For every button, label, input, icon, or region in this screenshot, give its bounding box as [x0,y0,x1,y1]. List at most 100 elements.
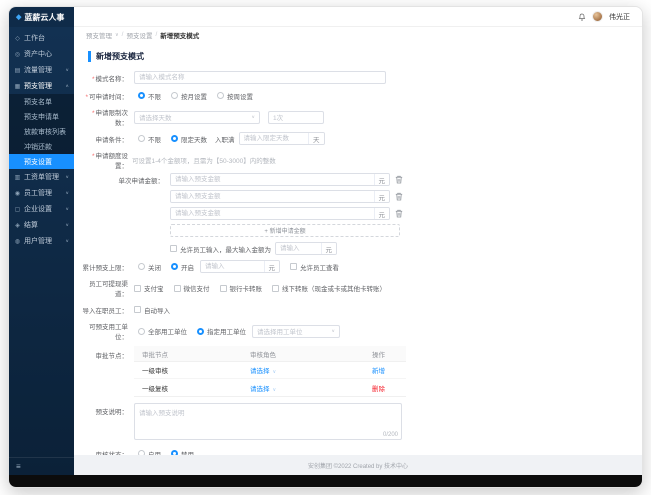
sidebar-item-label: 工资单管理 [24,174,59,181]
logo-text: 蓝薪云人事 [24,12,65,22]
sidebar-collapse[interactable]: ≡ [9,457,74,475]
breadcrumb-item[interactable]: 预支设置 [126,30,152,40]
chevron-down-icon: ∨ [65,238,69,244]
sidebar-item-label: 工作台 [24,35,45,42]
submenu-item-writeoff-repay[interactable]: 冲销还款 [9,139,74,154]
page-title: 新增预支模式 [88,51,632,62]
radio-all-units[interactable]: 全部用工单位 [138,326,187,336]
chevron-down-icon: ∨ [251,114,255,120]
avatar[interactable] [592,11,603,22]
sidebar-item-advance-mgmt[interactable]: ▦ 预支管理 ∧ [9,78,74,94]
chevron-down-icon: ∨ [65,67,69,73]
cumulative-limit-label: 累计预支上限： [82,264,129,272]
delete-icon[interactable] [395,192,403,201]
radio-apply-time-unlimited[interactable]: 不限 [138,91,161,101]
channel-offline-checkbox[interactable]: 线下转账（现金或卡或其他卡转账） [272,283,386,293]
payroll-icon: ▥ [14,174,21,181]
withdraw-channel-label: 员工可提现渠道： [89,281,128,298]
flow-icon: ▤ [14,67,21,74]
sidebar-item-user-mgmt[interactable]: ◍ 用户管理 ∨ [9,233,74,249]
submenu-item-advance-apply[interactable]: 预支申请单 [9,109,74,124]
work-unit-select[interactable]: 请选择用工单位 ∨ [252,324,340,338]
app-logo: ◆ 蓝薪云人事 [9,7,74,27]
breadcrumb-current: 新增预支模式 [160,32,200,40]
amount-group-2: 元 [170,190,390,203]
chevron-up-icon: ∧ [65,83,69,89]
breadcrumb-separator: / [121,31,124,38]
submenu-item-advance-list[interactable]: 预支名单 [9,94,74,109]
radio-specified-units[interactable]: 指定用工单位 [197,326,246,336]
delete-icon[interactable] [395,175,403,184]
limit-amount-input[interactable] [201,261,264,272]
app-window: ◆ 蓝薪云人事 伟光正 ◇ 工作台 ◎ 资产中心 ▤ 流量管理 ∨ ▦ 预支管理… [8,6,643,488]
sidebar-item-settlement[interactable]: ◈ 结算 ∨ [9,217,74,233]
hire-days-prefix: 入职满 [215,136,235,144]
radio-icon [138,135,145,142]
sidebar-item-label: 预支管理 [24,83,52,90]
channel-wechat-checkbox[interactable]: 微信支付 [173,283,210,293]
breadcrumb-item[interactable]: 预支管理 [86,30,112,40]
amount-setting-hint: 可设置1-4个金额项，且需为【50-3000】内的整数 [132,158,276,165]
amount-input-2[interactable] [171,191,374,202]
sidebar-item-employee-mgmt[interactable]: ◉ 员工管理 ∨ [9,185,74,201]
radio-apply-time-monthly[interactable]: 按月设置 [171,91,207,101]
sidebar-item-enterprise-settings[interactable]: ▢ 企业设置 ∨ [9,201,74,217]
submenu-item-advance-settings[interactable]: 预支设置 [9,154,74,169]
sidebar-item-flow-mgmt[interactable]: ▤ 流量管理 ∨ [9,62,74,78]
sidebar-item-workbench[interactable]: ◇ 工作台 [9,30,74,46]
node-name: 一级复核 [142,385,168,393]
sidebar-item-asset-center[interactable]: ◎ 资产中心 [9,46,74,62]
radio-apply-time-weekly[interactable]: 按周设置 [217,91,253,101]
role-select[interactable]: 请选择 ∨ [242,383,364,393]
max-amount-input[interactable] [276,243,321,254]
amount-input-3[interactable] [171,208,374,219]
page-content: 新增预支模式 *模式名称： *可申请时间： 不限 按月设置 按周设置 [74,42,642,455]
amount-group-1: 元 [170,173,390,186]
allow-input-checkbox[interactable]: 允许员工输入，最大输入金额为 [170,244,271,254]
sidebar-item-label: 用户管理 [24,238,52,245]
allow-view-checkbox[interactable]: 允许员工查看 [290,262,339,272]
auto-import-checkbox[interactable]: 自动导入 [134,305,170,315]
table-row: 一级复核 请选择 ∨ 删除 [134,379,406,396]
channel-bankcard-checkbox[interactable]: 银行卡转账 [219,283,262,293]
add-amount-button[interactable]: + 新增申请金额 [170,224,400,237]
col-role: 审核角色 [250,351,276,359]
add-node-link[interactable]: 新增 [364,365,406,375]
amount-input-1[interactable] [171,174,374,185]
user-name[interactable]: 伟光正 [609,12,630,22]
limit-count-input[interactable]: 1次 [268,110,324,124]
radio-condition-limited-days[interactable]: 限定天数 [171,134,207,144]
checkbox-icon [170,245,177,252]
sidebar-item-payroll-mgmt[interactable]: ▥ 工资单管理 ∨ [9,169,74,185]
delete-node-link[interactable]: 删除 [364,383,406,393]
radio-limit-on[interactable]: 开启 [171,262,194,272]
hire-days-input[interactable] [239,133,308,144]
import-employee-label: 导入在职员工： [82,307,129,315]
days-suffix: 天 [308,133,324,144]
sidebar-item-label: 流量管理 [24,67,52,74]
table-row: 一级审核 请选择 ∨ 新增 [134,362,406,379]
yuan-suffix: 元 [373,174,389,185]
description-textarea[interactable] [134,403,402,440]
window-bottom-bar [9,475,642,487]
logo-icon: ◆ [16,14,22,21]
radio-condition-unlimited[interactable]: 不限 [138,134,161,144]
col-node: 审批节点 [142,351,168,359]
radio-icon [171,92,178,99]
channel-alipay-checkbox[interactable]: 支付宝 [134,283,164,293]
approval-node-label: 审批节点： [95,353,129,360]
advance-mode-form: *模式名称： *可申请时间： 不限 按月设置 按周设置 *申请限制次数： [80,71,632,455]
select-placeholder: 请选择用工单位 [257,329,303,336]
mode-name-input[interactable] [134,71,386,84]
delete-icon[interactable] [395,209,403,218]
bell-icon[interactable] [578,13,586,21]
radio-limit-off[interactable]: 关闭 [138,262,161,272]
limit-days-select[interactable]: 请选择天数 ∨ [134,110,260,124]
checkbox-icon [134,306,141,313]
radio-icon [138,263,145,270]
sidebar-menu: ◇ 工作台 ◎ 资产中心 ▤ 流量管理 ∨ ▦ 预支管理 ∧ 预支名单 预支申请… [9,27,74,457]
role-select[interactable]: 请选择 ∨ [242,365,364,375]
yuan-suffix: 元 [373,208,389,219]
submenu-item-loan-review[interactable]: 放款审核列表 [9,124,74,139]
workbench-icon: ◇ [15,35,20,42]
